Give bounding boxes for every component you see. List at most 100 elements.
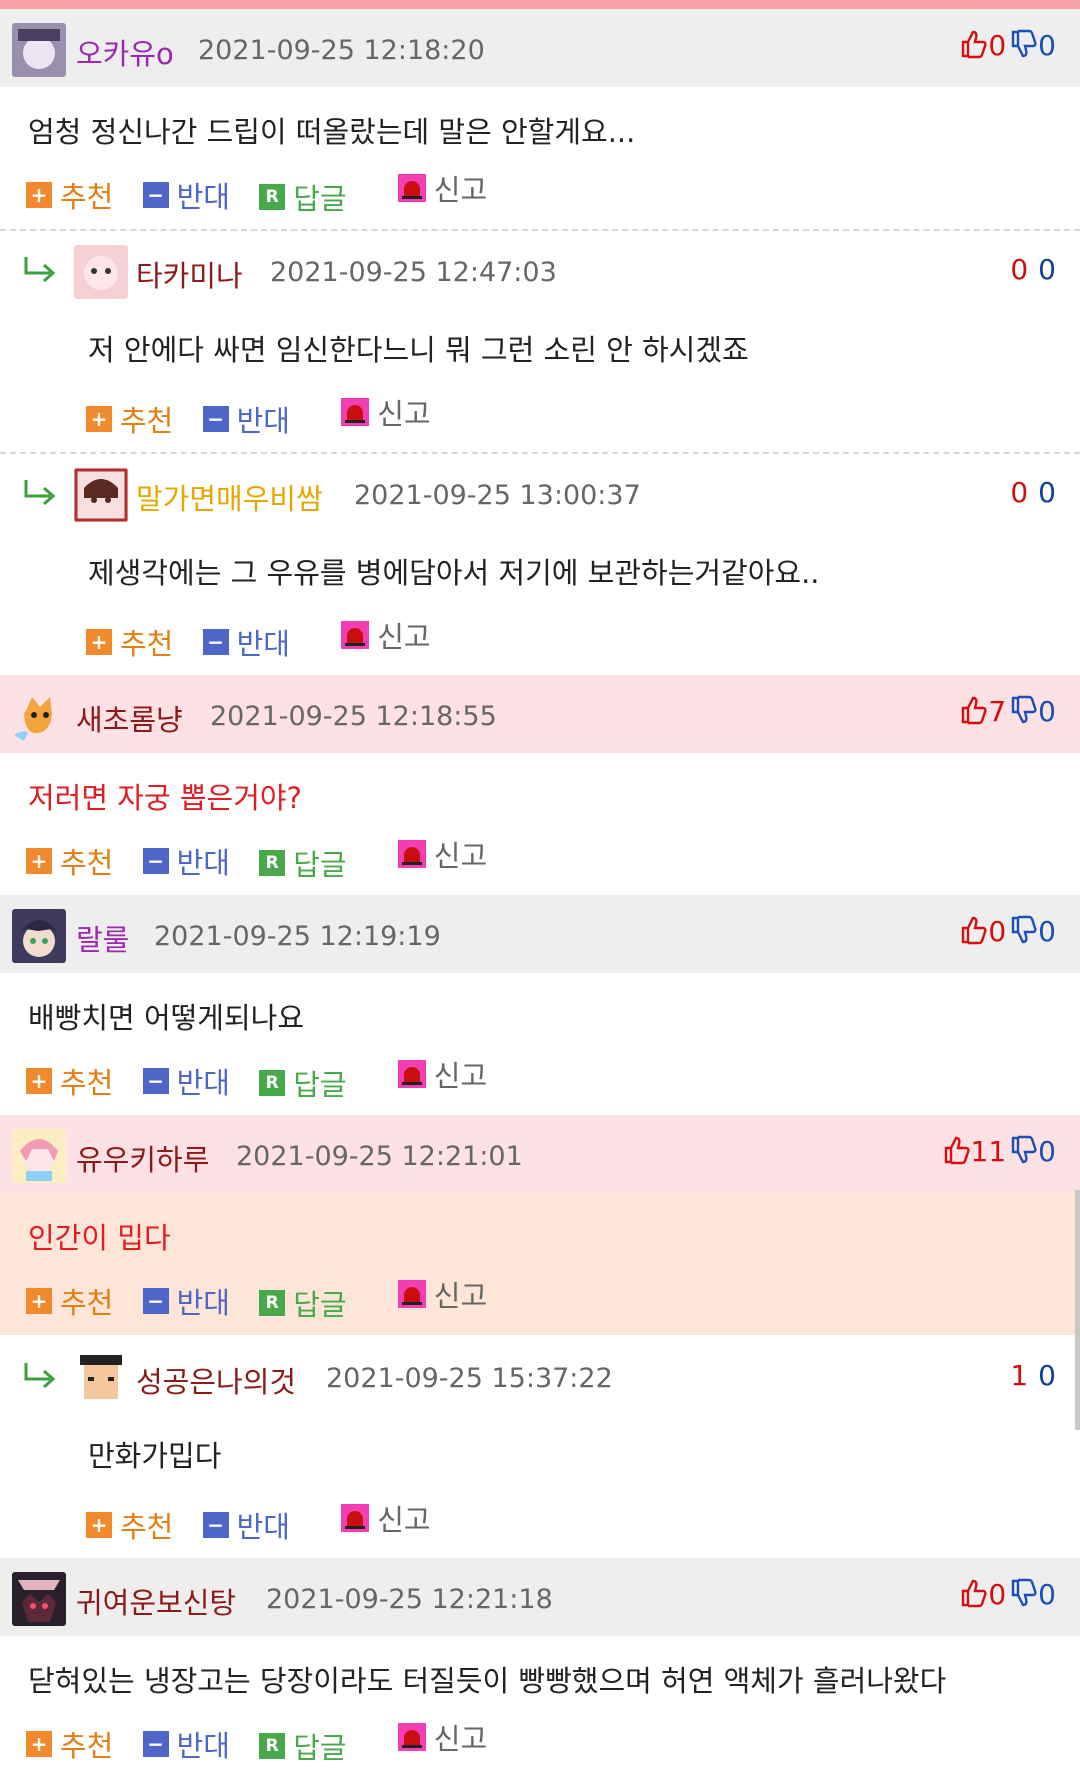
report-button[interactable]: 신고 bbox=[397, 833, 487, 875]
comment-text: 제생각에는 그 우유를 병에담아서 저기에 보관하는거같아요.. bbox=[88, 556, 820, 590]
report-button[interactable]: 신고 bbox=[341, 391, 431, 433]
reply-r-icon: R bbox=[259, 184, 286, 210]
plus-icon: + bbox=[26, 1731, 52, 1757]
plus-icon: + bbox=[26, 1068, 52, 1094]
siren-icon bbox=[341, 398, 370, 426]
report-button[interactable]: 신고 bbox=[341, 1497, 431, 1539]
siren-icon bbox=[397, 174, 426, 202]
recommend-button[interactable]: + 추천 bbox=[26, 840, 113, 882]
reply-r-icon: R bbox=[259, 1733, 286, 1759]
oppose-button[interactable]: − 반대 bbox=[142, 1280, 230, 1322]
comment-date: 2021-09-25 12:18:55 bbox=[210, 701, 497, 732]
oppose-button[interactable]: − 반대 bbox=[202, 398, 290, 440]
comment-header: 새초롬냥 2021-09-25 12:18:55 70 bbox=[0, 675, 1080, 753]
avatar[interactable] bbox=[12, 909, 66, 963]
oppose-button[interactable]: − 반대 bbox=[202, 1504, 290, 1546]
thumbs-up-icon[interactable] bbox=[960, 1578, 988, 1608]
comment-date: 2021-09-25 12:21:18 bbox=[266, 1584, 553, 1615]
avatar[interactable] bbox=[12, 689, 66, 743]
report-button[interactable]: 신고 bbox=[341, 614, 431, 656]
comment-text: 인간이 밉다 bbox=[28, 1221, 171, 1255]
comment-actions: + 추천 − 반대 R 답글 신고 bbox=[26, 1273, 507, 1322]
recommend-button[interactable]: + 추천 bbox=[26, 1060, 113, 1102]
comment-date: 2021-09-25 12:47:03 bbox=[270, 257, 557, 288]
comment-actions: + 추천 − 반대 R 답글 신고 bbox=[26, 1716, 507, 1765]
author-name[interactable]: 유우키하루 bbox=[76, 1137, 209, 1179]
comment-text: 배빵치면 어떻게되나요 bbox=[28, 1001, 305, 1035]
thumbs-down-icon[interactable] bbox=[1010, 1135, 1038, 1165]
plus-icon: + bbox=[86, 629, 112, 655]
comment-header: 귀여운보신탕 2021-09-25 12:21:18 00 bbox=[0, 1558, 1080, 1636]
siren-icon bbox=[397, 840, 426, 868]
thumbs-down-icon[interactable] bbox=[1010, 1578, 1038, 1608]
comment-date: 2021-09-25 12:21:01 bbox=[236, 1141, 523, 1172]
plus-icon: + bbox=[26, 848, 52, 874]
comment-actions: + 추천 − 반대 R 답글 신고 bbox=[26, 1053, 507, 1102]
answer-button[interactable]: R 답글 bbox=[259, 842, 347, 884]
avatar[interactable] bbox=[74, 245, 128, 299]
author-name[interactable]: 새초롬냥 bbox=[76, 697, 183, 739]
recommend-button[interactable]: + 추천 bbox=[26, 1723, 113, 1765]
avatar[interactable] bbox=[12, 1572, 66, 1626]
comment: 랄룰 2021-09-25 12:19:19 00 배빵치면 어떻게되나요 + 추… bbox=[0, 895, 1080, 1115]
comment-header: 유우키하루 2021-09-25 12:21:01 11 0 bbox=[0, 1115, 1080, 1193]
report-button[interactable]: 신고 bbox=[397, 1716, 487, 1758]
vote-counts: 00 bbox=[960, 29, 1056, 62]
comment-actions: + 추천 − 반대 R 답글 신고 bbox=[26, 167, 507, 216]
vote-counts: 70 bbox=[960, 695, 1056, 728]
comment-date: 2021-09-25 12:19:19 bbox=[154, 921, 441, 952]
author-name[interactable]: 귀여운보신탕 bbox=[76, 1580, 236, 1622]
author-name[interactable]: 타카미나 bbox=[136, 253, 243, 295]
thumbs-up-icon[interactable] bbox=[960, 29, 988, 59]
recommend-button[interactable]: + 추천 bbox=[86, 1504, 173, 1546]
reply-comment: 성공은나의것 2021-09-25 15:37:22 10 만화가밉다 + 추천 … bbox=[0, 1337, 1080, 1557]
recommend-button[interactable]: + 추천 bbox=[26, 1280, 113, 1322]
comment-actions: + 추천 − 반대 신고 bbox=[86, 614, 451, 661]
recommend-button[interactable]: + 추천 bbox=[86, 398, 173, 440]
reply-arrow-icon bbox=[24, 1363, 56, 1389]
answer-button[interactable]: R 답글 bbox=[259, 1282, 347, 1324]
author-name[interactable]: 말가면매우비쌈 bbox=[136, 476, 323, 518]
oppose-button[interactable]: − 반대 bbox=[142, 840, 230, 882]
reply-r-icon: R bbox=[259, 1290, 286, 1316]
minus-icon: − bbox=[142, 1288, 169, 1314]
reply-comment: 타카미나 2021-09-25 12:47:03 00 저 안에다 싸면 임신한… bbox=[0, 231, 1080, 451]
plus-icon: + bbox=[86, 406, 112, 432]
scrollbar[interactable] bbox=[1075, 1190, 1080, 1430]
thumbs-down-icon[interactable] bbox=[1010, 915, 1038, 945]
answer-button[interactable]: R 답글 bbox=[259, 176, 347, 218]
avatar[interactable] bbox=[12, 1129, 66, 1183]
answer-button[interactable]: R 답글 bbox=[259, 1725, 347, 1767]
thumbs-up-icon[interactable] bbox=[960, 915, 988, 945]
avatar[interactable] bbox=[74, 1351, 128, 1405]
recommend-button[interactable]: + 추천 bbox=[26, 174, 113, 216]
comment-text: 저 안에다 싸면 임신한다느니 뭐 그런 소린 안 하시겠죠 bbox=[88, 333, 749, 367]
oppose-button[interactable]: − 반대 bbox=[142, 174, 230, 216]
answer-button[interactable]: R 답글 bbox=[259, 1062, 347, 1104]
author-name[interactable]: 성공은나의것 bbox=[136, 1359, 296, 1401]
author-name[interactable]: 오카유o bbox=[76, 31, 174, 73]
thumbs-up-icon[interactable] bbox=[943, 1135, 971, 1165]
report-button[interactable]: 신고 bbox=[397, 1053, 487, 1095]
oppose-button[interactable]: − 반대 bbox=[142, 1060, 230, 1102]
thumbs-up-icon[interactable] bbox=[960, 695, 988, 725]
avatar[interactable] bbox=[74, 468, 128, 522]
minus-icon: − bbox=[142, 182, 169, 208]
comment-date: 2021-09-25 15:37:22 bbox=[326, 1363, 613, 1394]
vote-counts: 00 bbox=[1010, 476, 1056, 509]
avatar[interactable] bbox=[12, 23, 66, 77]
recommend-button[interactable]: + 추천 bbox=[86, 621, 173, 663]
comment-text: 만화가밉다 bbox=[88, 1439, 222, 1473]
minus-icon: − bbox=[142, 1731, 169, 1757]
oppose-button[interactable]: − 반대 bbox=[142, 1723, 230, 1765]
oppose-button[interactable]: − 반대 bbox=[202, 621, 290, 663]
report-button[interactable]: 신고 bbox=[397, 167, 487, 209]
thumbs-down-icon[interactable] bbox=[1010, 29, 1038, 59]
vote-counts: 00 bbox=[960, 1578, 1056, 1611]
thumbs-down-icon[interactable] bbox=[1010, 695, 1038, 725]
author-name[interactable]: 랄룰 bbox=[76, 917, 129, 959]
comment-actions: + 추천 − 반대 신고 bbox=[86, 1497, 451, 1544]
reply-comment: 말가면매우비쌈 2021-09-25 13:00:37 00 제생각에는 그 우… bbox=[0, 454, 1080, 674]
reply-r-icon: R bbox=[259, 1070, 286, 1096]
report-button[interactable]: 신고 bbox=[397, 1273, 487, 1315]
